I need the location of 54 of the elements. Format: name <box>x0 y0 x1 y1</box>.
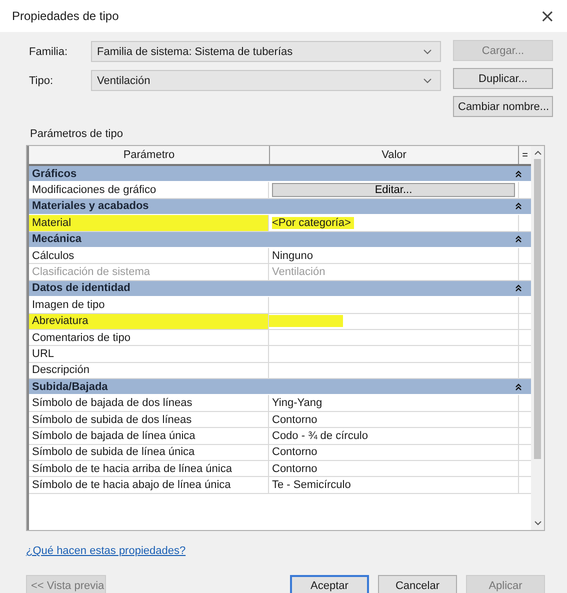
type-label: Tipo: <box>28 74 54 86</box>
parameter-cell: URL <box>29 346 269 362</box>
collapse-icon[interactable] <box>515 235 522 244</box>
collapse-icon[interactable] <box>515 170 522 178</box>
parameter-cell: Símbolo de subida de dos líneas <box>29 412 269 428</box>
parameter-cell: Material <box>29 215 269 231</box>
value-cell-text: Ninguno <box>272 250 314 262</box>
column-header[interactable]: Parámetro <box>29 146 270 164</box>
dialog-button[interactable]: Cancelar <box>378 575 457 593</box>
chevron-icon <box>423 48 432 54</box>
help-link[interactable]: ¿Qué hacen estas propiedades? <box>26 545 186 557</box>
parameter-cell: Descripción <box>29 362 269 378</box>
group-header[interactable]: Mecánica <box>29 232 531 248</box>
value-cell-text: Contorno <box>272 446 318 458</box>
group-header[interactable]: Materiales y acabados <box>29 198 531 216</box>
scroll-up-icon[interactable] <box>534 150 542 155</box>
parameter-cell: Clasificación de sistema <box>29 264 269 280</box>
parameter-cell: Símbolo de bajada de línea única <box>29 428 269 444</box>
group-header[interactable]: Datos de identidad <box>29 280 531 298</box>
value-cell: <Por categoría> <box>272 216 354 229</box>
value-cell-text: Contorno <box>272 462 318 475</box>
side-button[interactable]: Duplicar... <box>453 68 553 89</box>
value-cell-text: Contorno <box>272 414 318 426</box>
window-title: Propiedades de tipo <box>12 9 120 23</box>
close-button[interactable]: × <box>536 6 559 26</box>
value-cell-text: Te - Semicírculo <box>272 479 352 492</box>
edit-button[interactable]: Editar... <box>272 183 515 198</box>
group-header[interactable]: Subida/Bajada <box>29 379 531 396</box>
value-cell-text: Codo - ¾ de círculo <box>272 430 369 442</box>
chevron-icon <box>423 78 432 84</box>
family-label: Familia: <box>28 46 69 58</box>
side-button[interactable]: Cambiar nombre... <box>453 96 553 117</box>
scroll-down-icon[interactable] <box>534 521 542 526</box>
value-cell-text: Ying-Yang <box>272 397 324 410</box>
parameter-cell: Comentarios de tipo <box>29 330 269 346</box>
family-dropdown[interactable]: Familia de sistema: Sistema de tuberías <box>91 41 441 62</box>
collapse-icon[interactable] <box>515 284 522 292</box>
parameter-cell: Símbolo de te hacia arriba de línea única <box>29 461 269 476</box>
parameter-cell: Imagen de tipo <box>29 297 269 313</box>
value-cell-text: Ventilación <box>272 266 326 278</box>
collapse-icon[interactable] <box>515 202 522 210</box>
parameter-cell: Símbolo de subida de línea única <box>29 444 269 460</box>
parameter-cell: Símbolo de te hacia abajo de línea única <box>29 477 269 493</box>
dialog-button[interactable]: Aceptar <box>290 575 369 593</box>
parameter-cell: Símbolo de bajada de dos líneas <box>29 395 269 411</box>
group-header[interactable]: Gráficos <box>29 166 531 182</box>
parameter-cell: Abreviatura <box>29 314 269 329</box>
parameter-cell: Modificaciones de gráfico <box>29 182 269 198</box>
parameter-cell: Cálculos <box>29 248 269 264</box>
type-dropdown[interactable]: Ventilación <box>91 70 441 91</box>
collapse-icon[interactable] <box>515 382 522 391</box>
scroll-thumb[interactable] <box>534 159 541 459</box>
scrollbar[interactable] <box>531 146 544 530</box>
section-label: Parámetros de tipo <box>30 128 124 140</box>
